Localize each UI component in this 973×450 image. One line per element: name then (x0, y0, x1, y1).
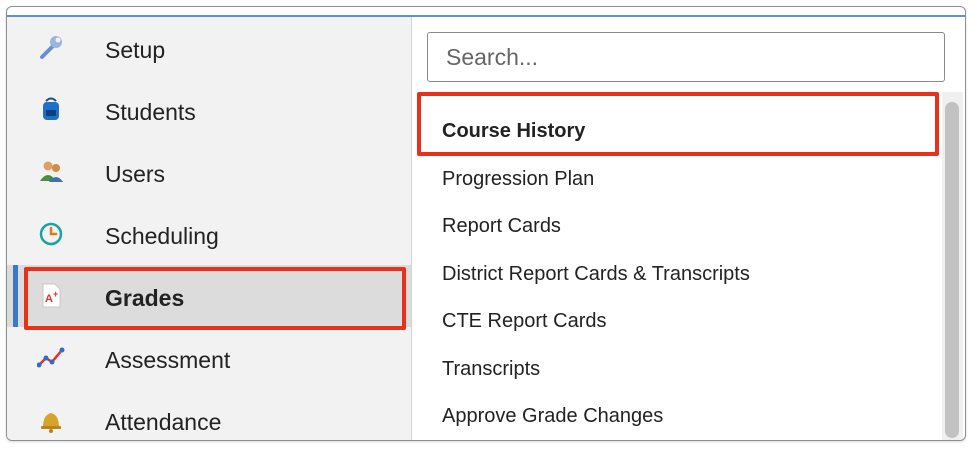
search-input[interactable] (427, 32, 945, 82)
scrollbar-thumb[interactable] (945, 102, 959, 438)
nav-label-assessment: Assessment (105, 347, 231, 373)
nav-item-scheduling[interactable]: Scheduling (7, 203, 411, 265)
trend-chart-icon (37, 347, 65, 368)
nav-item-assessment[interactable]: Assessment (7, 327, 411, 389)
clock-icon (39, 222, 63, 246)
nav-label-users: Users (105, 161, 166, 187)
submenu-item-cte-report-cards[interactable]: CTE Report Cards (442, 310, 607, 333)
submenu-item-transcripts[interactable]: Transcripts (442, 358, 540, 381)
nav-label-attendance: Attendance (105, 409, 222, 435)
nav-label-setup: Setup (105, 37, 166, 63)
highlight-course-history (417, 92, 939, 156)
nav-item-setup[interactable]: Setup (7, 17, 411, 79)
users-icon (40, 161, 63, 182)
nav-label-students: Students (105, 99, 196, 125)
submenu-item-approve-grade-changes[interactable]: Approve Grade Changes (442, 405, 663, 428)
nav-item-attendance[interactable]: Attendance (7, 389, 411, 440)
nav-item-students[interactable]: Students (7, 79, 411, 141)
backpack-icon (43, 97, 59, 120)
submenu-scrollbar[interactable] (942, 92, 963, 440)
nav-label-scheduling: Scheduling (105, 223, 219, 249)
navigation-panel: Setup Students Users Scheduling A + Grad… (6, 6, 966, 441)
bell-icon (41, 413, 61, 433)
main-nav: Setup Students Users Scheduling A + Grad… (7, 17, 412, 440)
active-indicator (13, 265, 18, 327)
submenu-item-district-report-cards[interactable]: District Report Cards & Transcripts (442, 263, 750, 286)
submenu-item-progression-plan[interactable]: Progression Plan (442, 168, 594, 191)
nav-item-users[interactable]: Users (7, 141, 411, 203)
submenu-item-report-cards[interactable]: Report Cards (442, 215, 561, 238)
highlight-grades (24, 267, 406, 330)
wrench-icon (40, 36, 62, 59)
